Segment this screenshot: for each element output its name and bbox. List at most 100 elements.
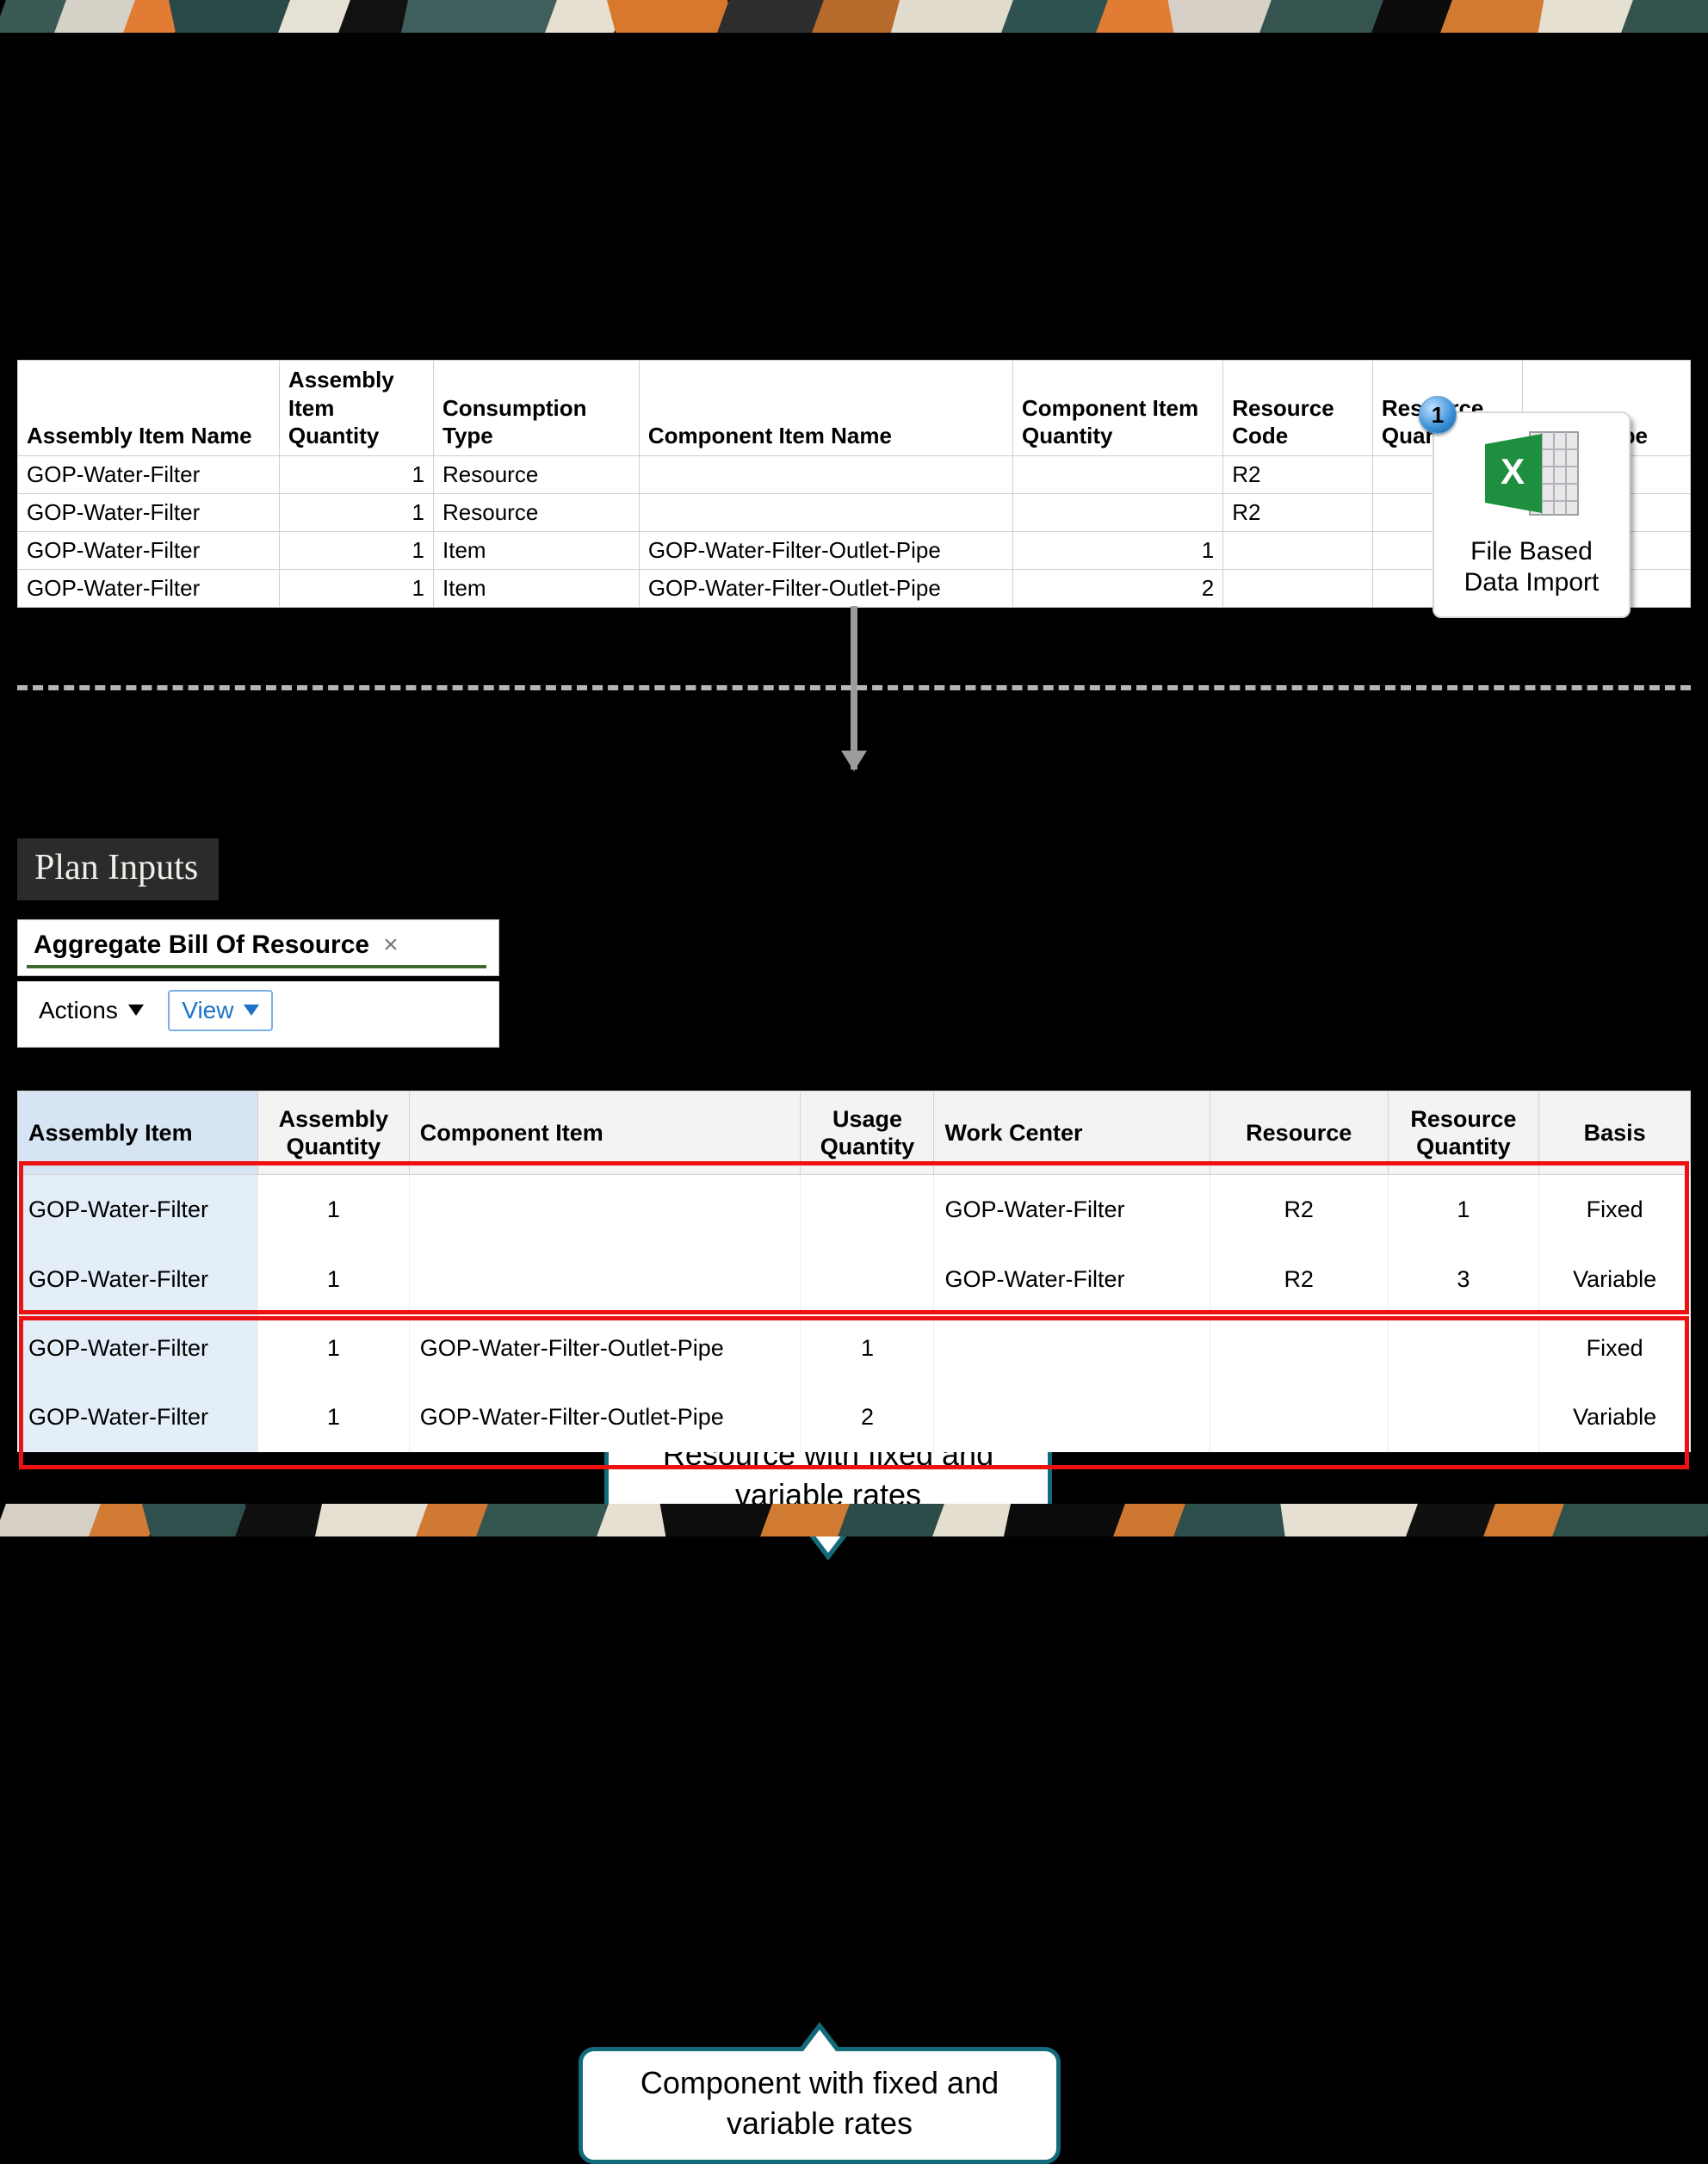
cell xyxy=(409,1245,801,1314)
cell: 1 xyxy=(801,1314,934,1382)
cell: 1 xyxy=(1388,1175,1539,1245)
cell: 1 xyxy=(258,1382,410,1451)
col-component-item-name: Component Item Name xyxy=(639,361,1012,456)
col-assembly-item-name: Assembly Item Name xyxy=(18,361,280,456)
cell: 1 xyxy=(279,493,433,531)
cell: GOP-Water-Filter xyxy=(18,493,280,531)
cell: GOP-Water-Filter-Outlet-Pipe xyxy=(409,1382,801,1451)
table-row: GOP-Water-Filter1GOP-Water-FilterR21Fixe… xyxy=(18,1175,1691,1245)
svg-text:X: X xyxy=(1501,451,1525,492)
cell xyxy=(1223,569,1373,607)
cell: GOP-Water-Filter xyxy=(18,1382,258,1451)
cell: R2 xyxy=(1210,1245,1388,1314)
col-resource: Resource xyxy=(1210,1091,1388,1175)
col-assembly-qty: Assembly Quantity xyxy=(258,1091,410,1175)
col-resource-qty: Resource Quantity xyxy=(1388,1091,1539,1175)
cell: Fixed xyxy=(1539,1175,1691,1245)
col-resource-code: Resource Code xyxy=(1223,361,1373,456)
cell: GOP-Water-Filter xyxy=(18,455,280,493)
col-component-item: Component Item xyxy=(409,1091,801,1175)
cell xyxy=(1210,1382,1388,1451)
cell: GOP-Water-Filter xyxy=(934,1245,1210,1314)
cell xyxy=(934,1382,1210,1451)
cell xyxy=(1013,455,1223,493)
cell: 1 xyxy=(279,569,433,607)
file-based-data-import-tile[interactable]: 1 X File Based Data Import xyxy=(1433,411,1631,618)
col-consumption-type: Consumption Type xyxy=(434,361,640,456)
decorative-bottom-band xyxy=(0,1504,1708,1536)
cell: GOP-Water-Filter xyxy=(18,569,280,607)
cell: GOP-Water-Filter-Outlet-Pipe xyxy=(639,569,1012,607)
cell xyxy=(1210,1314,1388,1382)
cell: 3 xyxy=(1388,1245,1539,1314)
cell: Item xyxy=(434,531,640,569)
cell: 1 xyxy=(1013,531,1223,569)
cell: R2 xyxy=(1223,455,1373,493)
tab-bar: Aggregate Bill Of Resource × xyxy=(17,919,499,976)
cell: Fixed xyxy=(1539,1314,1691,1382)
cell xyxy=(409,1175,801,1245)
table-row: GOP-Water-Filter1GOP-Water-FilterR23Vari… xyxy=(18,1245,1691,1314)
result-table-wrap: Assembly Item Assembly Quantity Componen… xyxy=(17,1091,1691,1452)
cell: GOP-Water-Filter xyxy=(18,531,280,569)
cell xyxy=(934,1314,1210,1382)
cell xyxy=(801,1175,934,1245)
col-assembly-item: Assembly Item xyxy=(18,1091,258,1175)
cell: GOP-Water-Filter xyxy=(18,1245,258,1314)
cell: Resource xyxy=(434,455,640,493)
cell xyxy=(1223,531,1373,569)
cell: 1 xyxy=(258,1314,410,1382)
cell: GOP-Water-Filter-Outlet-Pipe xyxy=(409,1314,801,1382)
actions-label: Actions xyxy=(39,997,118,1024)
cell: R2 xyxy=(1223,493,1373,531)
cell: 1 xyxy=(258,1175,410,1245)
table-row: GOP-Water-Filter1GOP-Water-Filter-Outlet… xyxy=(18,1382,1691,1451)
cell xyxy=(1388,1382,1539,1451)
col-assembly-item-qty: Assembly Item Quantity xyxy=(279,361,433,456)
cell: Resource xyxy=(434,493,640,531)
cell xyxy=(639,493,1012,531)
caret-down-icon xyxy=(128,1005,144,1016)
cell: 2 xyxy=(801,1382,934,1451)
actions-menu-button[interactable]: Actions xyxy=(27,992,156,1029)
col-usage-qty: Usage Quantity xyxy=(801,1091,934,1175)
result-table: Assembly Item Assembly Quantity Componen… xyxy=(17,1091,1691,1452)
cell: GOP-Water-Filter xyxy=(934,1175,1210,1245)
cell: Variable xyxy=(1539,1245,1691,1314)
cell: 1 xyxy=(279,531,433,569)
table-row: GOP-Water-Filter1GOP-Water-Filter-Outlet… xyxy=(18,1314,1691,1382)
cell xyxy=(801,1245,934,1314)
cell xyxy=(1388,1314,1539,1382)
view-menu-button[interactable]: View xyxy=(168,990,273,1031)
decorative-top-band xyxy=(0,0,1708,33)
table-toolbar: Actions View xyxy=(17,981,499,1048)
cell: 2 xyxy=(1013,569,1223,607)
cell: GOP-Water-Filter xyxy=(18,1314,258,1382)
file-based-data-import-label: File Based Data Import xyxy=(1443,536,1620,598)
excel-import-icon: X xyxy=(1480,427,1583,526)
callout-text: Component with fixed and variable rates xyxy=(640,2065,999,2141)
col-work-center: Work Center xyxy=(934,1091,1210,1175)
result-header-row: Assembly Item Assembly Quantity Componen… xyxy=(18,1091,1691,1175)
close-icon[interactable]: × xyxy=(383,931,399,960)
dash-line xyxy=(17,685,1691,690)
tab-label: Aggregate Bill Of Resource xyxy=(34,931,369,960)
tab-aggregate-bor[interactable]: Aggregate Bill Of Resource × xyxy=(27,927,405,970)
col-basis: Basis xyxy=(1539,1091,1691,1175)
cell: Variable xyxy=(1539,1382,1691,1451)
callout-component-rates: Component with fixed and variable rates xyxy=(579,2047,1061,2164)
cell xyxy=(1013,493,1223,531)
cell: 1 xyxy=(258,1245,410,1314)
step-badge-1: 1 xyxy=(1419,396,1457,434)
caret-down-icon xyxy=(244,1005,259,1016)
cell: R2 xyxy=(1210,1175,1388,1245)
cell xyxy=(639,455,1012,493)
cell: GOP-Water-Filter-Outlet-Pipe xyxy=(639,531,1012,569)
cell: GOP-Water-Filter xyxy=(18,1175,258,1245)
col-component-item-qty: Component Item Quantity xyxy=(1013,361,1223,456)
flow-divider xyxy=(17,668,1691,823)
cell: Item xyxy=(434,569,640,607)
view-label: View xyxy=(182,997,233,1024)
plan-inputs-title: Plan Inputs xyxy=(17,838,219,900)
cell: 1 xyxy=(279,455,433,493)
